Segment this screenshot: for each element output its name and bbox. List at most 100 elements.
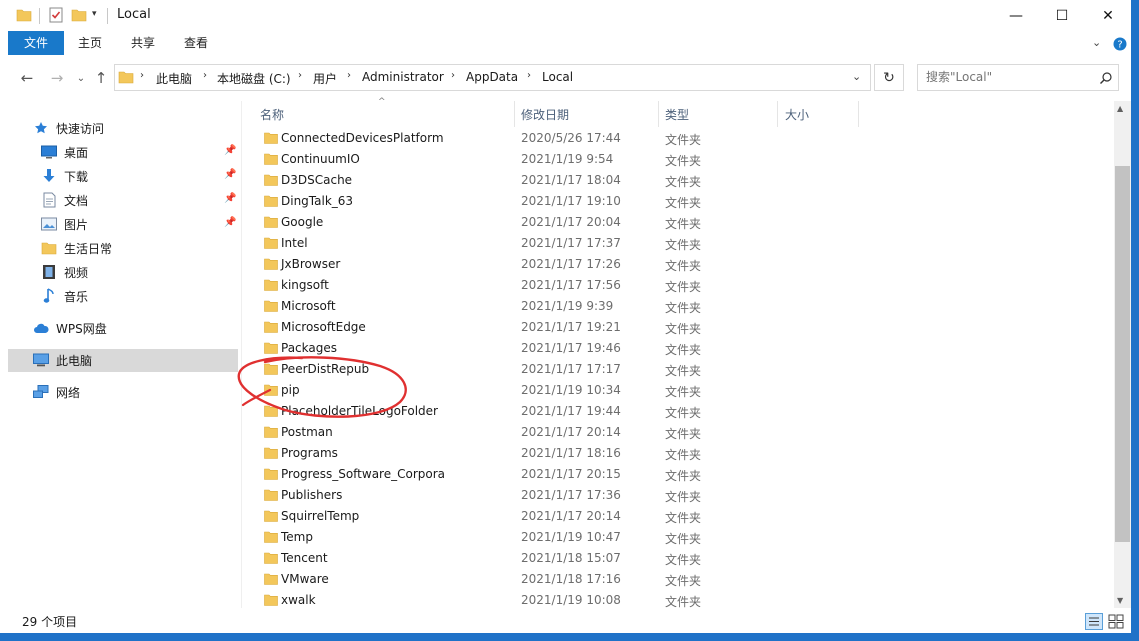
network-icon xyxy=(32,384,50,400)
breadcrumb-this-pc[interactable]: 此电脑 xyxy=(156,70,192,87)
sidebar-item-desktop[interactable]: 桌面 📌 xyxy=(8,140,238,164)
folder-icon xyxy=(264,195,278,207)
back-button[interactable]: ← xyxy=(16,68,38,88)
sidebar-item-music[interactable]: 音乐 xyxy=(8,284,238,308)
table-row[interactable]: MicrosoftEdge 2021/1/17 19:21 文件夹 xyxy=(258,317,858,338)
folder-icon xyxy=(264,174,278,186)
column-header-size[interactable]: 大小 xyxy=(785,104,809,126)
sidebar-item-documents[interactable]: 文档 📌 xyxy=(8,188,238,212)
table-row[interactable]: Microsoft 2021/1/19 9:39 文件夹 xyxy=(258,296,858,317)
address-history-icon[interactable]: ⌄ xyxy=(852,70,861,83)
table-row[interactable]: Google 2021/1/17 20:04 文件夹 xyxy=(258,212,858,233)
computer-icon xyxy=(32,352,50,368)
file-name: Microsoft xyxy=(281,299,336,313)
tab-home[interactable]: 主页 xyxy=(70,31,110,55)
table-row[interactable]: ContinuumIO 2021/1/19 9:54 文件夹 xyxy=(258,149,858,170)
sidebar-item-downloads[interactable]: 下载 📌 xyxy=(8,164,238,188)
pin-icon[interactable]: 📌 xyxy=(224,193,236,205)
help-icon[interactable]: ? xyxy=(1113,37,1127,51)
table-row[interactable]: Tencent 2021/1/18 15:07 文件夹 xyxy=(258,548,858,569)
large-icons-view-icon[interactable] xyxy=(1108,614,1124,629)
sidebar-item-pictures[interactable]: 图片 📌 xyxy=(8,212,238,236)
separator xyxy=(107,8,108,24)
tab-file[interactable]: 文件 xyxy=(8,31,64,55)
file-type: 文件夹 xyxy=(665,217,702,231)
sidebar-item-videos[interactable]: 视频 xyxy=(8,260,238,284)
table-row[interactable]: Progress_Software_Corpora 2021/1/17 20:15… xyxy=(258,464,858,485)
table-row[interactable]: DingTalk_63 2021/1/17 19:10 文件夹 xyxy=(258,191,858,212)
table-row[interactable]: Intel 2021/1/17 17:37 文件夹 xyxy=(258,233,858,254)
table-row[interactable]: SquirrelTemp 2021/1/17 20:14 文件夹 xyxy=(258,506,858,527)
search-input[interactable] xyxy=(926,70,1086,84)
recent-locations-button[interactable]: ⌄ xyxy=(70,68,92,88)
file-date: 2021/1/18 15:07 xyxy=(521,551,621,565)
customize-toolbar-icon[interactable]: ▾ xyxy=(92,9,97,19)
breadcrumb-users[interactable]: 用户 xyxy=(313,70,337,87)
sidebar-item-wps-cloud[interactable]: WPS网盘 xyxy=(8,316,238,340)
file-type: 文件夹 xyxy=(665,406,702,420)
file-name: kingsoft xyxy=(281,278,329,292)
file-type: 文件夹 xyxy=(665,574,702,588)
column-header-name[interactable]: 名称 xyxy=(260,104,284,126)
download-icon xyxy=(40,168,58,184)
status-item-count: 29 个项目 xyxy=(22,615,78,629)
tab-share[interactable]: 共享 xyxy=(123,31,163,55)
window-title: Local xyxy=(117,7,151,22)
table-row[interactable]: Postman 2021/1/17 20:14 文件夹 xyxy=(258,422,858,443)
file-name: Publishers xyxy=(281,488,343,502)
breadcrumb-local-disk[interactable]: 本地磁盘 (C:) xyxy=(217,70,291,87)
close-button[interactable]: ✕ xyxy=(1085,0,1131,31)
sidebar-item-this-pc[interactable]: 此电脑 xyxy=(8,348,238,372)
column-divider[interactable] xyxy=(777,101,778,127)
sidebar-item-network[interactable]: 网络 xyxy=(8,380,238,404)
properties-icon[interactable] xyxy=(48,7,64,23)
table-row[interactable]: xwalk 2021/1/19 10:08 文件夹 xyxy=(258,590,858,611)
new-folder-icon[interactable] xyxy=(71,7,87,23)
sidebar-item-daily-life[interactable]: 生活日常 xyxy=(8,236,238,260)
file-date: 2021/1/17 17:26 xyxy=(521,257,621,271)
forward-button[interactable]: → xyxy=(46,68,68,88)
column-header-date[interactable]: 修改日期 xyxy=(521,104,569,126)
table-row[interactable]: JxBrowser 2021/1/17 17:26 文件夹 xyxy=(258,254,858,275)
table-row[interactable]: D3DSCache 2021/1/17 18:04 文件夹 xyxy=(258,170,858,191)
breadcrumb-local[interactable]: Local xyxy=(542,70,573,84)
table-row[interactable]: Programs 2021/1/17 18:16 文件夹 xyxy=(258,443,858,464)
up-button[interactable]: ↑ xyxy=(90,68,112,88)
file-name: SquirrelTemp xyxy=(281,509,360,523)
scrollbar-thumb[interactable] xyxy=(1115,166,1130,542)
breadcrumb-appdata[interactable]: AppData xyxy=(466,70,518,84)
details-view-icon[interactable] xyxy=(1085,613,1103,630)
table-row[interactable]: Temp 2021/1/19 10:47 文件夹 xyxy=(258,527,858,548)
file-type: 文件夹 xyxy=(665,469,702,483)
pin-icon[interactable]: 📌 xyxy=(224,169,236,181)
breadcrumb-administrator[interactable]: Administrator xyxy=(362,70,444,84)
column-header-type[interactable]: 类型 xyxy=(665,104,689,126)
annotation-circle xyxy=(237,356,407,418)
column-divider[interactable] xyxy=(514,101,515,127)
pin-icon[interactable]: 📌 xyxy=(224,145,236,157)
pin-icon[interactable]: 📌 xyxy=(224,217,236,229)
minimize-button[interactable]: — xyxy=(993,0,1039,31)
folder-icon xyxy=(264,300,278,312)
table-row[interactable]: Publishers 2021/1/17 17:36 文件夹 xyxy=(258,485,858,506)
file-type: 文件夹 xyxy=(665,175,702,189)
column-divider[interactable] xyxy=(858,101,859,127)
maximize-button[interactable]: ☐ xyxy=(1039,0,1085,31)
file-type: 文件夹 xyxy=(665,238,702,252)
column-divider[interactable] xyxy=(658,101,659,127)
file-type: 文件夹 xyxy=(665,532,702,546)
refresh-button[interactable]: ↻ xyxy=(874,64,904,91)
scroll-down-icon[interactable]: ▼ xyxy=(1117,596,1123,605)
ribbon xyxy=(0,31,1139,55)
file-name: Programs xyxy=(281,446,338,460)
search-box[interactable] xyxy=(917,64,1119,91)
table-row[interactable]: VMware 2021/1/18 17:16 文件夹 xyxy=(258,569,858,590)
search-icon[interactable] xyxy=(1099,71,1113,85)
table-row[interactable]: ConnectedDevicesPlatform 2020/5/26 17:44 文… xyxy=(258,128,858,149)
file-name: JxBrowser xyxy=(281,257,341,271)
table-row[interactable]: kingsoft 2021/1/17 17:56 文件夹 xyxy=(258,275,858,296)
expand-ribbon-icon[interactable]: ⌄ xyxy=(1092,36,1101,49)
sidebar-item-quick-access[interactable]: 快速访问 xyxy=(8,116,238,140)
tab-view[interactable]: 查看 xyxy=(176,31,216,55)
scroll-up-icon[interactable]: ▲ xyxy=(1117,104,1123,113)
